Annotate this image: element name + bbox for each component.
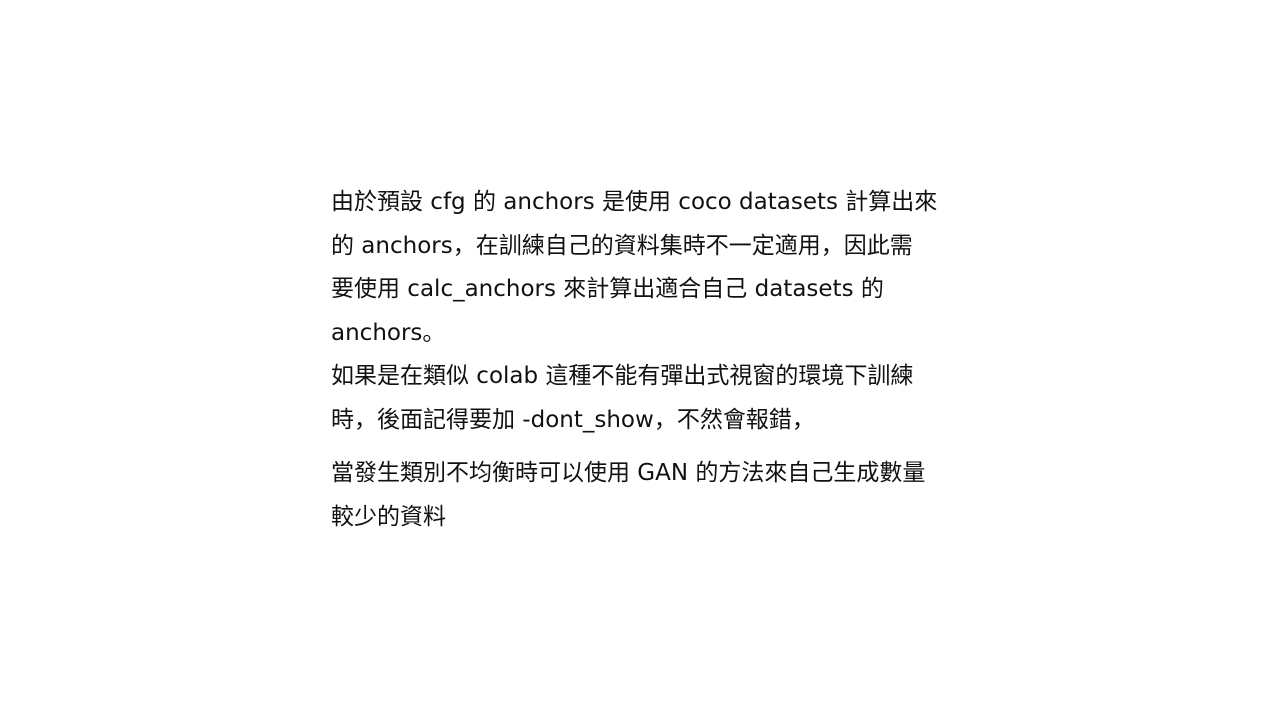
text-block: 由於預設 cfg 的 anchors 是使用 coco datasets 計算出…	[331, 181, 961, 539]
paragraph-gan: 當發生類別不均衡時可以使用 GAN 的方法來自己生成數量 較少的資料	[331, 452, 961, 539]
text-line: 較少的資料	[331, 503, 446, 530]
text-line: 由於預設 cfg 的 anchors 是使用 coco datasets 計算出…	[331, 189, 938, 215]
text-line: 當發生類別不均衡時可以使用 GAN 的方法來自己生成數量	[331, 460, 926, 486]
text-line: 時，後面記得要加 -dont_show，不然會報錯，	[331, 406, 815, 433]
text-line: anchors。	[331, 319, 446, 346]
text-line: 要使用 calc_anchors 來計算出適合自己 datasets 的	[331, 276, 884, 302]
paragraph-anchors: 由於預設 cfg 的 anchors 是使用 coco datasets 計算出…	[331, 181, 961, 355]
slide: 由於預設 cfg 的 anchors 是使用 coco datasets 計算出…	[0, 0, 1280, 720]
text-line: 如果是在類似 colab 這種不能有彈出式視窗的環境下訓練	[331, 363, 914, 389]
paragraph-colab: 如果是在類似 colab 這種不能有彈出式視窗的環境下訓練 時，後面記得要加 -…	[331, 355, 961, 442]
text-line: 的 anchors，在訓練自己的資料集時不一定適用，因此需	[331, 232, 913, 259]
